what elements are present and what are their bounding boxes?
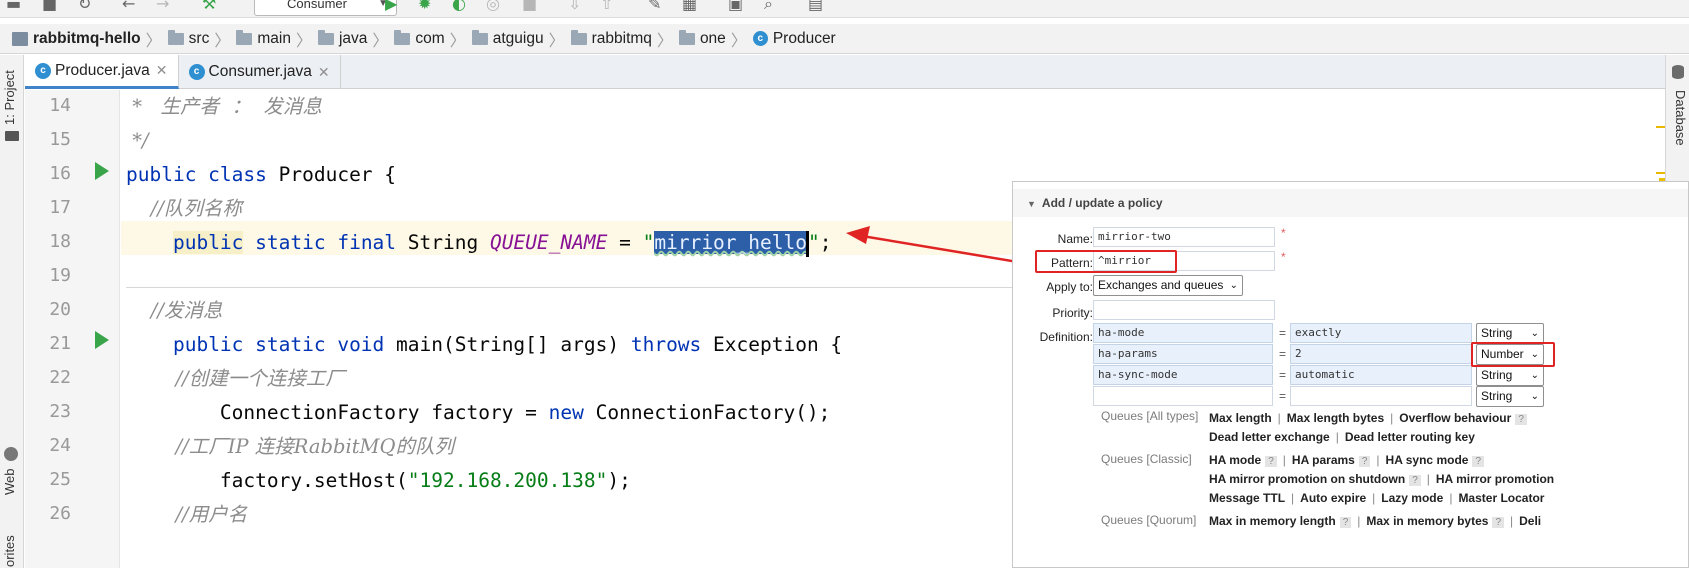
annotation-arrow-line bbox=[861, 234, 1019, 264]
priority-label: Priority: bbox=[1052, 306, 1093, 320]
definition-key-input[interactable]: ha-sync-mode bbox=[1093, 365, 1273, 385]
required-mark: * bbox=[1281, 226, 1286, 240]
help-icon[interactable]: ? bbox=[1515, 414, 1527, 425]
chevron-down-icon: ⌄ bbox=[1530, 370, 1539, 381]
help-icon[interactable]: ? bbox=[1358, 456, 1371, 467]
queues-all-types-links: Max length | Max length bytes | Overflow beh… bbox=[1209, 411, 1527, 425]
annotation-arrow-head bbox=[846, 226, 870, 244]
queues-classic-links: HA mirror promotion on shutdown? | HA mirr… bbox=[1209, 472, 1554, 486]
overflow-behaviour-link[interactable]: Overflow behaviour bbox=[1399, 411, 1511, 425]
link-separator: | bbox=[1390, 411, 1394, 425]
pattern-highlight-box bbox=[1035, 250, 1177, 273]
definition-type-value: String bbox=[1481, 389, 1513, 403]
queues-quorum-label: Queues [Quorum] bbox=[1101, 513, 1197, 527]
link-separator: | bbox=[1357, 514, 1361, 528]
definition-label: Definition: bbox=[1039, 330, 1093, 344]
dead-letter-routing-key-link[interactable]: Dead letter routing key bbox=[1345, 430, 1475, 444]
equals-sign: = bbox=[1279, 368, 1287, 382]
ha-sync-mode-link[interactable]: HA sync mode bbox=[1386, 453, 1469, 467]
help-icon[interactable]: ? bbox=[1409, 475, 1421, 486]
definition-key-input[interactable]: ha-mode bbox=[1093, 323, 1273, 343]
definition-type-select[interactable]: String ⌄ bbox=[1476, 323, 1544, 344]
ha-promotion-link[interactable]: HA mirror promotion bbox=[1436, 472, 1554, 486]
link-separator: | bbox=[1372, 491, 1376, 505]
queues-classic-links: HA mode? | HA params? | HA sync mode? bbox=[1209, 453, 1485, 467]
queues-classic-label: Queues [Classic] bbox=[1101, 452, 1192, 466]
link-separator: | bbox=[1335, 430, 1339, 444]
triangle-down-icon: ▼ bbox=[1027, 199, 1036, 209]
policy-panel-title: Add / update a policy bbox=[1041, 196, 1163, 210]
type-highlight-box bbox=[1471, 342, 1555, 367]
equals-sign: = bbox=[1279, 347, 1287, 361]
definition-type-value: String bbox=[1481, 368, 1513, 382]
definition-key-input[interactable] bbox=[1093, 386, 1273, 406]
definition-type-select[interactable]: String ⌄ bbox=[1476, 386, 1544, 407]
definition-value-input[interactable] bbox=[1290, 386, 1472, 406]
definition-value-input[interactable]: exactly bbox=[1290, 323, 1472, 343]
help-icon[interactable]: ? bbox=[1472, 456, 1485, 467]
max-in-memory-length-link[interactable]: Max in memory length bbox=[1209, 514, 1336, 528]
link-separator: | bbox=[1376, 453, 1380, 467]
queues-all-types-label: Queues [All types] bbox=[1101, 409, 1199, 423]
auto-expire-link[interactable]: Auto expire bbox=[1300, 491, 1366, 505]
max-length-link[interactable]: Max length bbox=[1209, 411, 1272, 425]
link-separator: | bbox=[1277, 411, 1281, 425]
max-in-memory-bytes-link[interactable]: Max in memory bytes bbox=[1366, 514, 1488, 528]
link-separator: | bbox=[1449, 491, 1453, 505]
ha-promotion-shutdown-link[interactable]: HA mirror promotion on shutdown bbox=[1209, 472, 1405, 486]
link-separator: | bbox=[1291, 491, 1295, 505]
help-icon[interactable]: ? bbox=[1339, 517, 1352, 528]
delivery-limit-link[interactable]: Deli bbox=[1519, 514, 1541, 528]
apply-to-select[interactable]: Exchanges and queues ⌄ bbox=[1093, 275, 1243, 296]
queues-quorum-links: Max in memory length? | Max in memory byte… bbox=[1209, 514, 1541, 528]
priority-input[interactable] bbox=[1093, 300, 1275, 320]
chevron-down-icon: ⌄ bbox=[1530, 328, 1539, 339]
max-length-bytes-link[interactable]: Max length bytes bbox=[1287, 411, 1384, 425]
policy-name-input[interactable]: mirrior-two bbox=[1093, 227, 1275, 247]
link-separator: | bbox=[1426, 472, 1430, 486]
definition-key-input[interactable]: ha-params bbox=[1093, 344, 1273, 364]
add-policy-panel: ▼ Add / update a policy Name: mirrior-two… bbox=[1012, 181, 1689, 568]
definition-value-input[interactable]: 2 bbox=[1290, 344, 1472, 364]
chevron-down-icon: ⌄ bbox=[1229, 280, 1238, 291]
lazy-mode-link[interactable]: Lazy mode bbox=[1381, 491, 1443, 505]
dead-letter-exchange-link[interactable]: Dead letter exchange bbox=[1209, 430, 1330, 444]
equals-sign: = bbox=[1279, 389, 1287, 403]
link-separator: | bbox=[1510, 514, 1514, 528]
name-label: Name: bbox=[1057, 232, 1093, 246]
chevron-down-icon: ⌄ bbox=[1530, 391, 1539, 402]
apply-to-label: Apply to: bbox=[1046, 280, 1093, 294]
ha-mode-link[interactable]: HA mode bbox=[1209, 453, 1261, 467]
equals-sign: = bbox=[1279, 326, 1287, 340]
message-ttl-link[interactable]: Message TTL bbox=[1209, 491, 1285, 505]
policy-panel-header[interactable]: ▼ Add / update a policy bbox=[1013, 189, 1688, 217]
help-icon[interactable]: ? bbox=[1265, 456, 1277, 467]
link-separator: | bbox=[1282, 453, 1286, 467]
ha-params-link[interactable]: HA params bbox=[1292, 453, 1355, 467]
definition-type-value: String bbox=[1481, 326, 1513, 340]
master-locator-link[interactable]: Master Locator bbox=[1458, 491, 1544, 505]
definition-type-select[interactable]: String ⌄ bbox=[1476, 365, 1544, 386]
help-icon[interactable]: ? bbox=[1492, 517, 1504, 528]
apply-to-value: Exchanges and queues bbox=[1098, 278, 1224, 292]
queues-classic-links: Message TTL | Auto expire | Lazy mode | Master… bbox=[1209, 491, 1544, 505]
required-mark: * bbox=[1281, 250, 1286, 264]
definition-value-input[interactable]: automatic bbox=[1290, 365, 1472, 385]
queues-all-types-links: Dead letter exchange | Dead letter routing… bbox=[1209, 430, 1475, 444]
